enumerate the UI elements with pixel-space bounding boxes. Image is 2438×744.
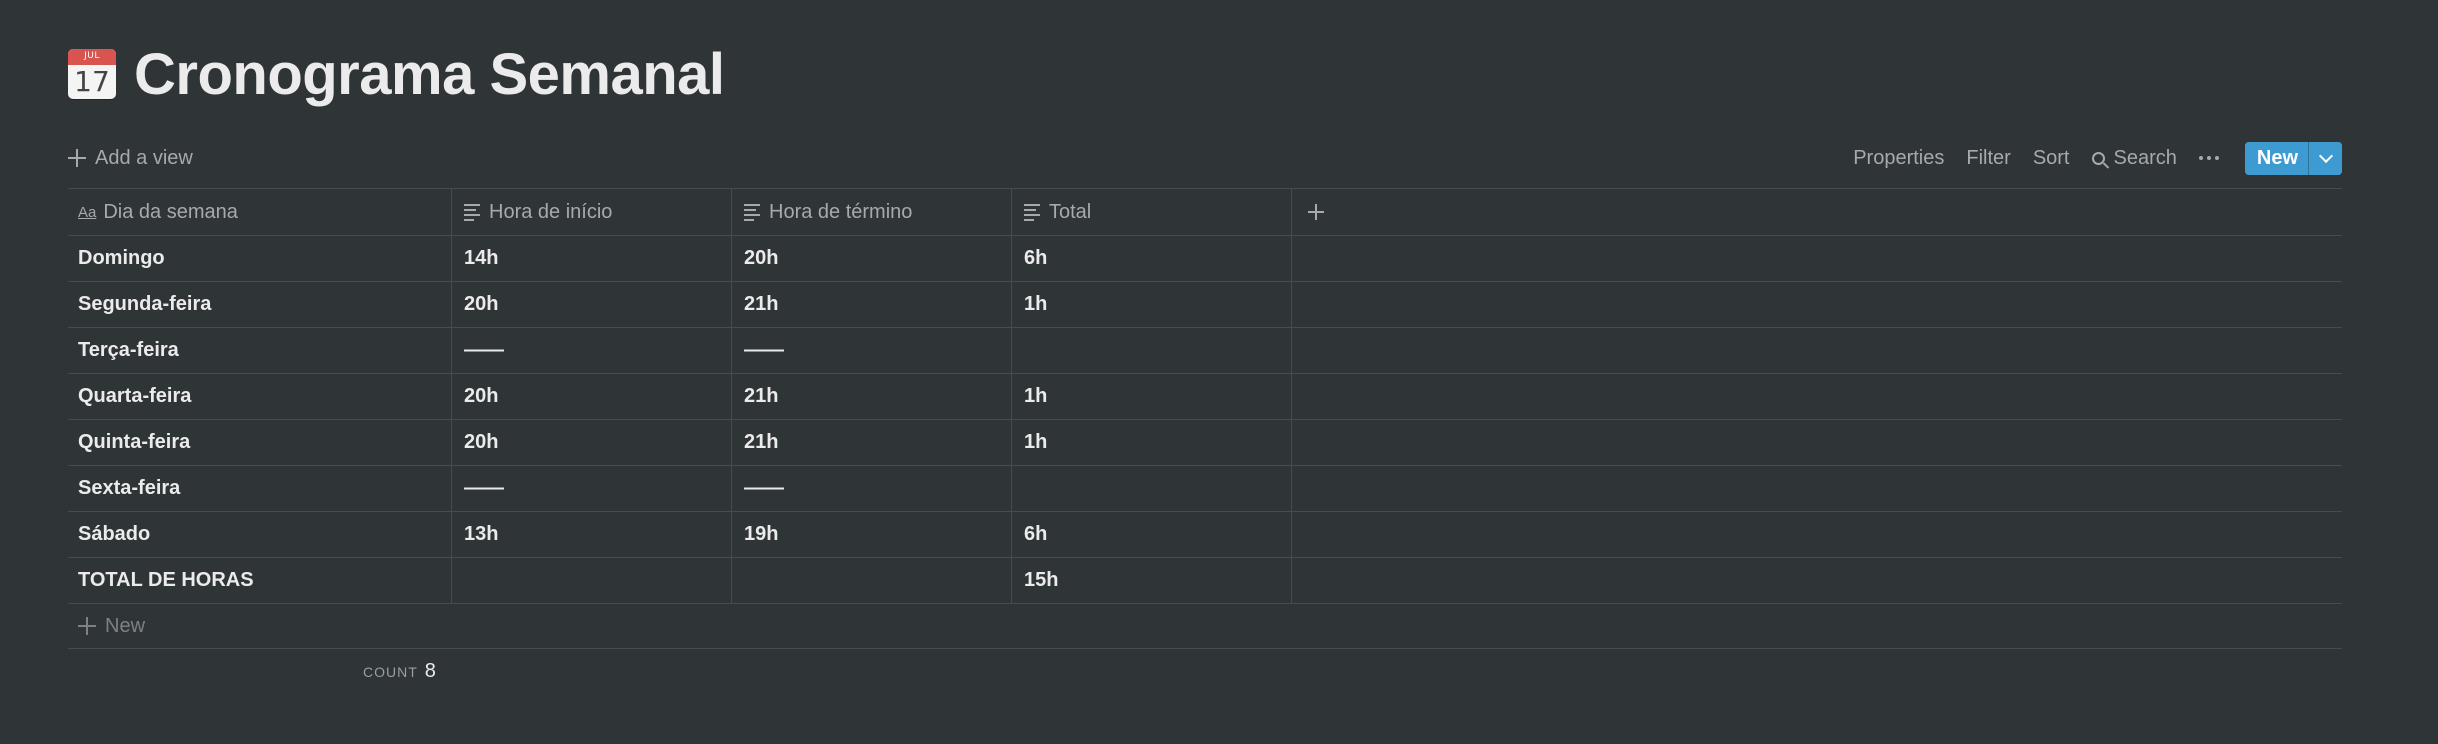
filter-button[interactable]: Filter [1966, 147, 2010, 170]
calendar-icon-month: JUL [84, 51, 100, 61]
search-button[interactable]: Search [2091, 146, 2177, 170]
empty-cell [1292, 236, 2342, 281]
table-row[interactable]: TOTAL DE HORAS 15h [68, 558, 2342, 604]
chevron-down-icon [2318, 148, 2333, 163]
add-property-icon[interactable] [1308, 204, 1324, 220]
table-row[interactable]: Sexta-feira —— —— [68, 466, 2342, 512]
table-row[interactable]: Domingo 14h 20h 6h [68, 236, 2342, 282]
end-cell[interactable]: 20h [732, 236, 1012, 281]
total-cell[interactable]: 1h [1012, 420, 1292, 465]
end-cell[interactable]: 19h [732, 512, 1012, 557]
new-dropdown-button[interactable] [2308, 141, 2342, 175]
page-header: JUL 17 Cronograma Semanal [68, 38, 725, 110]
database-toolbar: Add a view Properties Filter Sort Search… [68, 141, 2342, 175]
table-row[interactable]: Quinta-feira 20h 21h 1h [68, 420, 2342, 466]
day-cell[interactable]: Quarta-feira [68, 374, 452, 419]
column-header-label: Total [1049, 200, 1092, 223]
title-aa-icon: Aa [78, 203, 97, 221]
empty-cell [1292, 328, 2342, 373]
count-summary[interactable]: COUNT 8 [363, 660, 436, 683]
total-cell[interactable]: 6h [1012, 236, 1292, 281]
column-header-dia[interactable]: Aa Dia da semana [68, 189, 452, 235]
start-cell[interactable]: —— [452, 466, 732, 511]
end-cell[interactable]: 21h [732, 420, 1012, 465]
calendar-icon-day: 17 [74, 65, 110, 98]
text-property-icon [1024, 203, 1040, 221]
new-button-group: New [2244, 141, 2342, 175]
empty-cell [1292, 466, 2342, 511]
text-property-icon [464, 203, 480, 221]
column-header-label: Dia da semana [103, 200, 238, 223]
new-row-label: New [105, 614, 146, 637]
table-row[interactable]: Segunda-feira 20h 21h 1h [68, 282, 2342, 328]
day-cell[interactable]: Sexta-feira [68, 466, 452, 511]
empty-cell [1292, 558, 2342, 603]
total-cell[interactable]: 1h [1012, 374, 1292, 419]
day-cell[interactable]: Segunda-feira [68, 282, 452, 327]
end-cell[interactable] [732, 558, 1012, 603]
add-new-row-button[interactable]: New [68, 604, 2342, 649]
add-view-button[interactable]: Add a view [68, 147, 193, 170]
end-cell[interactable]: —— [732, 466, 1012, 511]
more-options-icon[interactable] [2198, 156, 2219, 160]
column-header-label: Hora de início [489, 200, 613, 223]
start-cell[interactable]: 13h [452, 512, 732, 557]
start-cell[interactable]: —— [452, 328, 732, 373]
search-label: Search [2113, 146, 2177, 169]
total-cell[interactable]: 1h [1012, 282, 1292, 327]
empty-cell [1292, 512, 2342, 557]
end-cell[interactable]: 21h [732, 282, 1012, 327]
text-property-icon [744, 203, 760, 221]
plus-icon [68, 149, 86, 167]
new-button[interactable]: New [2244, 141, 2308, 175]
calendar-icon[interactable]: JUL 17 [68, 49, 116, 99]
start-cell[interactable]: 20h [452, 282, 732, 327]
column-header-label: Hora de término [769, 200, 913, 223]
total-cell[interactable]: 15h [1012, 558, 1292, 603]
empty-cell [1292, 282, 2342, 327]
column-header-inicio[interactable]: Hora de início [452, 189, 732, 235]
add-property-cell [1292, 189, 2342, 235]
empty-cell [1292, 420, 2342, 465]
day-cell[interactable]: Domingo [68, 236, 452, 281]
column-header-total[interactable]: Total [1012, 189, 1292, 235]
add-view-label: Add a view [95, 146, 193, 169]
end-cell[interactable]: —— [732, 328, 1012, 373]
start-cell[interactable]: 20h [452, 374, 732, 419]
total-cell[interactable]: 6h [1012, 512, 1292, 557]
empty-cell [1292, 374, 2342, 419]
day-cell[interactable]: Terça-feira [68, 328, 452, 373]
total-cell[interactable] [1012, 466, 1292, 511]
plus-icon [78, 617, 96, 635]
count-value: 8 [424, 660, 436, 682]
day-cell[interactable]: TOTAL DE HORAS [68, 558, 452, 603]
table-row[interactable]: Terça-feira —— —— [68, 328, 2342, 374]
end-cell[interactable]: 21h [732, 374, 1012, 419]
database-table: Aa Dia da semana Hora de início Hora de … [68, 188, 2342, 649]
table-header: Aa Dia da semana Hora de início Hora de … [68, 189, 2342, 236]
column-header-termino[interactable]: Hora de término [732, 189, 1012, 235]
day-cell[interactable]: Sábado [68, 512, 452, 557]
properties-button[interactable]: Properties [1853, 147, 1944, 170]
total-cell[interactable] [1012, 328, 1292, 373]
table-row[interactable]: Sábado 13h 19h 6h [68, 512, 2342, 558]
day-cell[interactable]: Quinta-feira [68, 420, 452, 465]
search-icon [2091, 151, 2105, 165]
table-row[interactable]: Quarta-feira 20h 21h 1h [68, 374, 2342, 420]
start-cell[interactable]: 14h [452, 236, 732, 281]
start-cell[interactable] [452, 558, 732, 603]
page-title[interactable]: Cronograma Semanal [134, 41, 725, 108]
sort-button[interactable]: Sort [2033, 147, 2070, 170]
start-cell[interactable]: 20h [452, 420, 732, 465]
count-label: COUNT [363, 664, 418, 680]
